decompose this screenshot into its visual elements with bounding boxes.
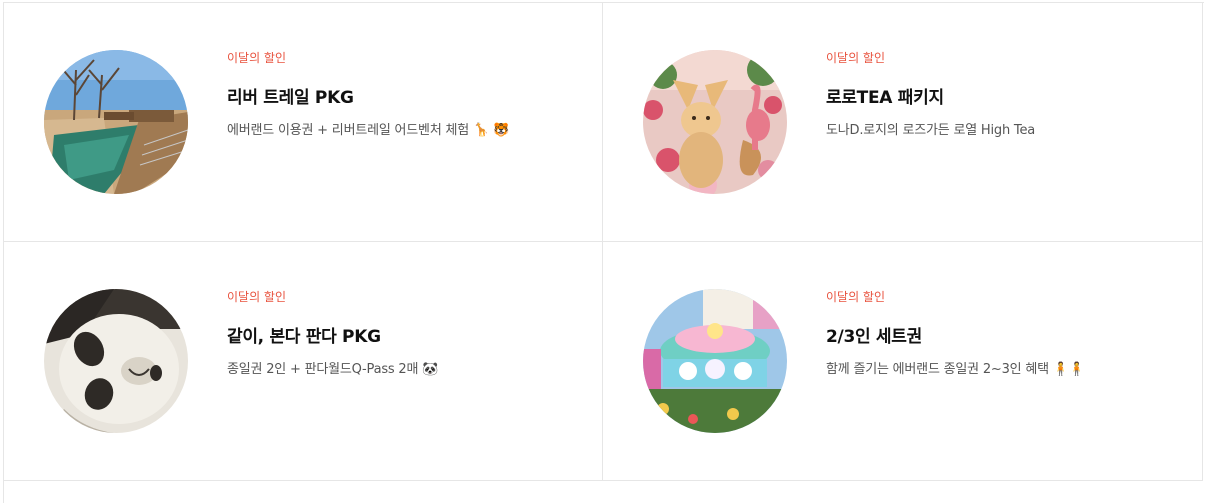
promo-description-text: 도나D.로지의 로즈가든 로열 High Tea bbox=[826, 123, 1036, 138]
fox-flamingo-image bbox=[643, 50, 787, 194]
river-trail-image bbox=[44, 50, 188, 194]
promo-description: 종일권 2인 + 판다월드Q-Pass 2매 🐼 bbox=[227, 361, 587, 379]
promo-title[interactable]: 같이, 본다 판다 PKG bbox=[227, 326, 587, 348]
discount-badge: 이달의 할인 bbox=[227, 51, 287, 65]
giraffe-tiger-emoji: 🦒 🐯 bbox=[473, 123, 509, 138]
river-trail-thumbnail[interactable] bbox=[44, 50, 188, 194]
promo-description-text: 에버랜드 이용권 + 리버트레일 어드벤처 체험 bbox=[227, 123, 470, 138]
promo-card-set-ticket[interactable]: 이달의 할인 2/3인 세트권 함께 즐기는 에버랜드 종일권 2~3인 혜택 🧍… bbox=[603, 242, 1203, 481]
promotion-grid: 이달의 할인 리버 트레일 PKG 에버랜드 이용권 + 리버트레일 어드벤처 … bbox=[3, 2, 1204, 503]
promo-description: 에버랜드 이용권 + 리버트레일 어드벤처 체험 🦒 🐯 bbox=[227, 122, 587, 140]
promo-card-river-trail[interactable]: 이달의 할인 리버 트레일 PKG 에버랜드 이용권 + 리버트레일 어드벤처 … bbox=[4, 3, 603, 242]
discount-badge: 이달의 할인 bbox=[227, 290, 287, 304]
promo-description-text: 종일권 2인 + 판다월드Q-Pass 2매 bbox=[227, 362, 419, 377]
promo-description: 도나D.로지의 로즈가든 로열 High Tea bbox=[826, 122, 1186, 140]
promo-title[interactable]: 리버 트레일 PKG bbox=[227, 87, 587, 109]
promo-description: 함께 즐기는 에버랜드 종일권 2~3인 혜택 🧍🧍 bbox=[826, 361, 1186, 379]
promo-card-rose-tea[interactable]: 이달의 할인 로로TEA 패키지 도나D.로지의 로즈가든 로열 High Te… bbox=[603, 3, 1203, 242]
discount-badge: 이달의 할인 bbox=[826, 290, 886, 304]
panda-thumbnail[interactable] bbox=[44, 289, 188, 433]
promo-description-text: 함께 즐기는 에버랜드 종일권 2~3인 혜택 bbox=[826, 362, 1049, 377]
people-emoji: 🧍🧍 bbox=[1052, 362, 1085, 377]
promo-title[interactable]: 로로TEA 패키지 bbox=[826, 87, 1186, 109]
amusement-ride-image bbox=[643, 289, 787, 433]
set-ticket-thumbnail[interactable] bbox=[643, 289, 787, 433]
panda-image bbox=[44, 289, 188, 433]
panda-emoji: 🐼 bbox=[422, 362, 439, 377]
discount-badge: 이달의 할인 bbox=[826, 51, 886, 65]
promo-card-panda[interactable]: 이달의 할인 같이, 본다 판다 PKG 종일권 2인 + 판다월드Q-Pass… bbox=[4, 242, 603, 481]
promo-title[interactable]: 2/3인 세트권 bbox=[826, 326, 1186, 348]
rose-tea-thumbnail[interactable] bbox=[643, 50, 787, 194]
